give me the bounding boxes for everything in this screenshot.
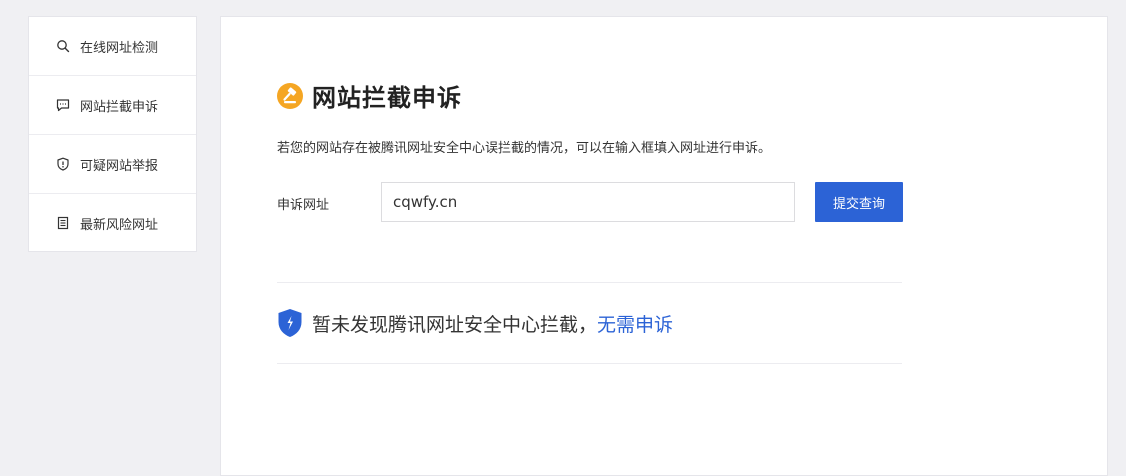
result-message: 暂未发现腾讯网址安全中心拦截， 无需申诉 (277, 308, 673, 338)
search-icon (56, 39, 70, 53)
sidebar-item-url-check[interactable]: 在线网址检测 (29, 17, 196, 76)
chat-icon (56, 98, 70, 112)
divider (277, 282, 902, 283)
appeal-url-input[interactable] (381, 182, 795, 222)
result-text: 暂未发现腾讯网址安全中心拦截， (312, 313, 598, 336)
appeal-url-label: 申诉网址 (277, 198, 330, 213)
document-list-icon (56, 216, 70, 230)
submit-query-button[interactable]: 提交查询 (815, 182, 903, 222)
divider (277, 363, 902, 364)
no-appeal-needed-link[interactable]: 无需申诉 (597, 310, 673, 337)
sidebar-item-label: 可疑网站举报 (80, 158, 159, 174)
shield-icon (278, 309, 302, 337)
sidebar-nav: 在线网址检测 网站拦截申诉 可疑网站举报 最新风险网址 (28, 16, 197, 252)
sidebar-item-label: 在线网址检测 (80, 40, 159, 56)
sidebar-item-label: 网站拦截申诉 (80, 99, 159, 115)
page-description: 若您的网站存在被腾讯网址安全中心误拦截的情况，可以在输入框填入网址进行申诉。 (277, 141, 772, 156)
sidebar-item-report[interactable]: 可疑网站举报 (29, 135, 196, 194)
page-title: 网站拦截申诉 (312, 84, 462, 112)
shield-alert-icon (56, 157, 70, 171)
gavel-icon (277, 82, 303, 109)
sidebar-item-appeal[interactable]: 网站拦截申诉 (29, 76, 196, 135)
page-header: 网站拦截申诉 (277, 78, 462, 113)
sidebar-item-label: 最新风险网址 (80, 217, 159, 233)
sidebar-item-latest-risk[interactable]: 最新风险网址 (29, 194, 196, 252)
main-panel: 网站拦截申诉 若您的网站存在被腾讯网址安全中心误拦截的情况，可以在输入框填入网址… (220, 16, 1108, 476)
